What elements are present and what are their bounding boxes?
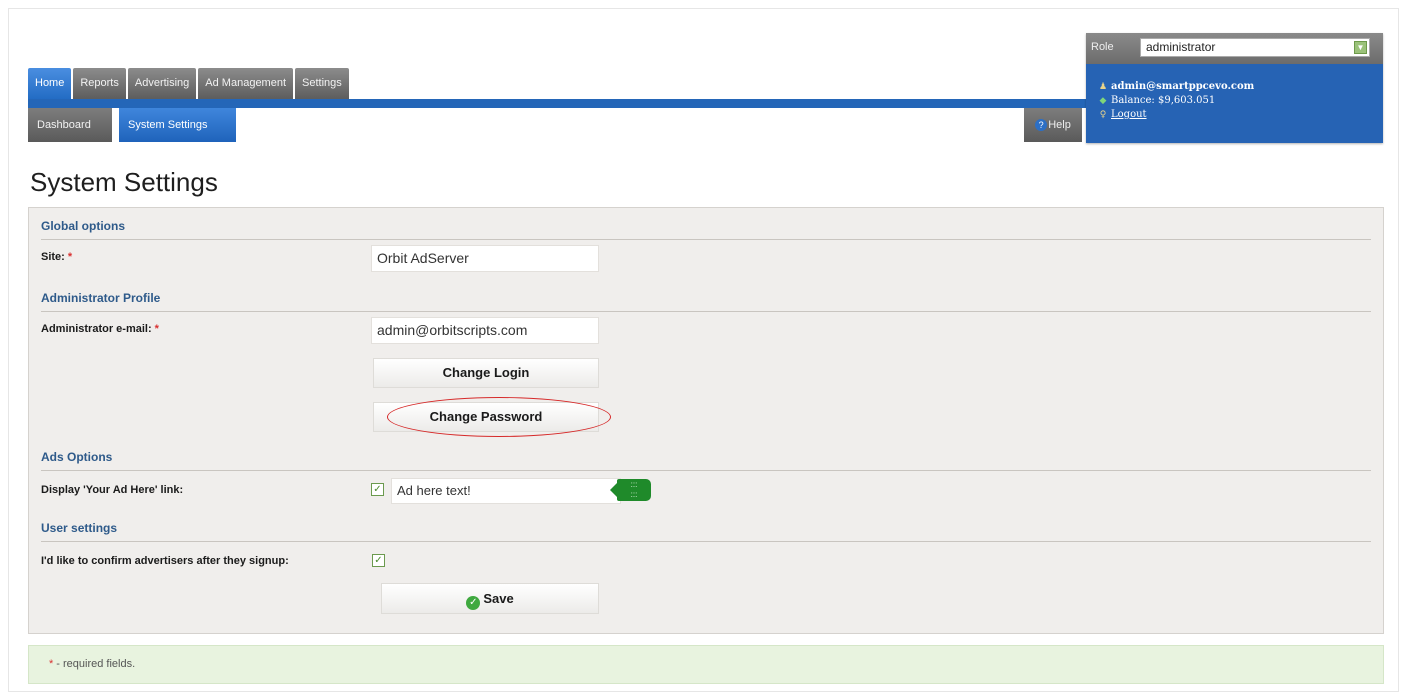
chevron-down-icon: ▼ [1354,41,1367,54]
role-value: administrator [1146,40,1216,54]
user-info: ♟ admin@smartppcevo.com ◆ Balance: $9,603.… [1098,80,1254,122]
divider [41,311,1371,312]
role-select[interactable]: administrator ▼ [1140,38,1370,57]
site-label-text: Site: [41,251,65,263]
user-icon: ♟ [1098,82,1108,92]
site-label: Site: * [41,251,72,263]
section-global-options: Global options [41,219,1371,240]
required-marker: * [49,658,54,670]
divider [41,239,1371,240]
user-email: admin@smartppcevo.com [1111,81,1255,92]
note-text: - required fields. [56,658,136,670]
section-administrator-profile: Administrator Profile [41,291,1371,312]
sub-nav: Dashboard System Settings ? Help [28,108,1088,142]
section-ads-options: Ads Options [41,450,1371,471]
subtab-system-settings[interactable]: System Settings [119,108,236,142]
confirm-advertisers-label: I'd like to confirm advertisers after th… [41,555,289,567]
ad-here-text-input[interactable]: Ad here text! [391,478,621,504]
check-circle-icon: ✓ [466,596,481,610]
admin-email-label: Administrator e-mail: * [41,323,159,335]
settings-panel: Global options Site: * Orbit AdServer Adm… [28,207,1384,634]
save-label: Save [483,591,514,606]
section-title: User settings [41,521,118,535]
required-marker: * [67,251,73,263]
section-title: Administrator Profile [41,291,161,305]
tab-home[interactable]: Home [28,68,72,99]
admin-email-input[interactable]: admin@orbitscripts.com [371,317,599,344]
required-fields-note: * - required fields. [28,645,1384,684]
page-title: System Settings [30,167,218,197]
key-icon: ♀ [1099,110,1107,120]
change-password-button[interactable]: Change Password [373,402,599,432]
save-button[interactable]: ✓ Save [381,583,599,614]
user-balance: Balance: $9,603.051 [1111,95,1216,106]
tab-ad-management[interactable]: Ad Management [198,68,294,99]
tab-reports[interactable]: Reports [73,68,126,99]
divider [41,470,1371,471]
help-label: Help [1048,119,1071,131]
tab-advertising[interactable]: Advertising [127,68,197,99]
tab-settings[interactable]: Settings [295,68,349,99]
help-circle-icon: ? [1035,119,1048,132]
money-icon: ◆ [1099,96,1107,106]
main-nav: Home Reports Advertising Ad Management S… [28,68,351,99]
admin-email-label-text: Administrator e-mail: [41,323,152,335]
nav-bar-divider [28,99,1088,108]
site-input[interactable]: Orbit AdServer [371,245,599,272]
change-login-button[interactable]: Change Login [373,358,599,388]
display-link-label: Display 'Your Ad Here' link: [41,484,184,496]
divider [41,541,1371,542]
role-label: Role [1091,41,1114,53]
help-button[interactable]: ? Help [1024,108,1082,142]
required-marker: * [154,323,159,335]
user-panel: Role administrator ▼ ♟ admin@smartppcevo.… [1086,33,1383,143]
section-title: Global options [41,219,125,233]
color-tag-icon[interactable]: :::::: [610,479,651,501]
confirm-advertisers-checkbox[interactable]: ✓ [372,554,385,567]
section-user-settings: User settings [41,521,1371,542]
logout-link[interactable]: Logout [1111,108,1147,122]
display-link-checkbox[interactable]: ✓ [371,483,384,496]
subtab-dashboard[interactable]: Dashboard [28,108,112,142]
section-title: Ads Options [41,450,113,464]
role-bar: Role administrator ▼ [1086,33,1383,64]
